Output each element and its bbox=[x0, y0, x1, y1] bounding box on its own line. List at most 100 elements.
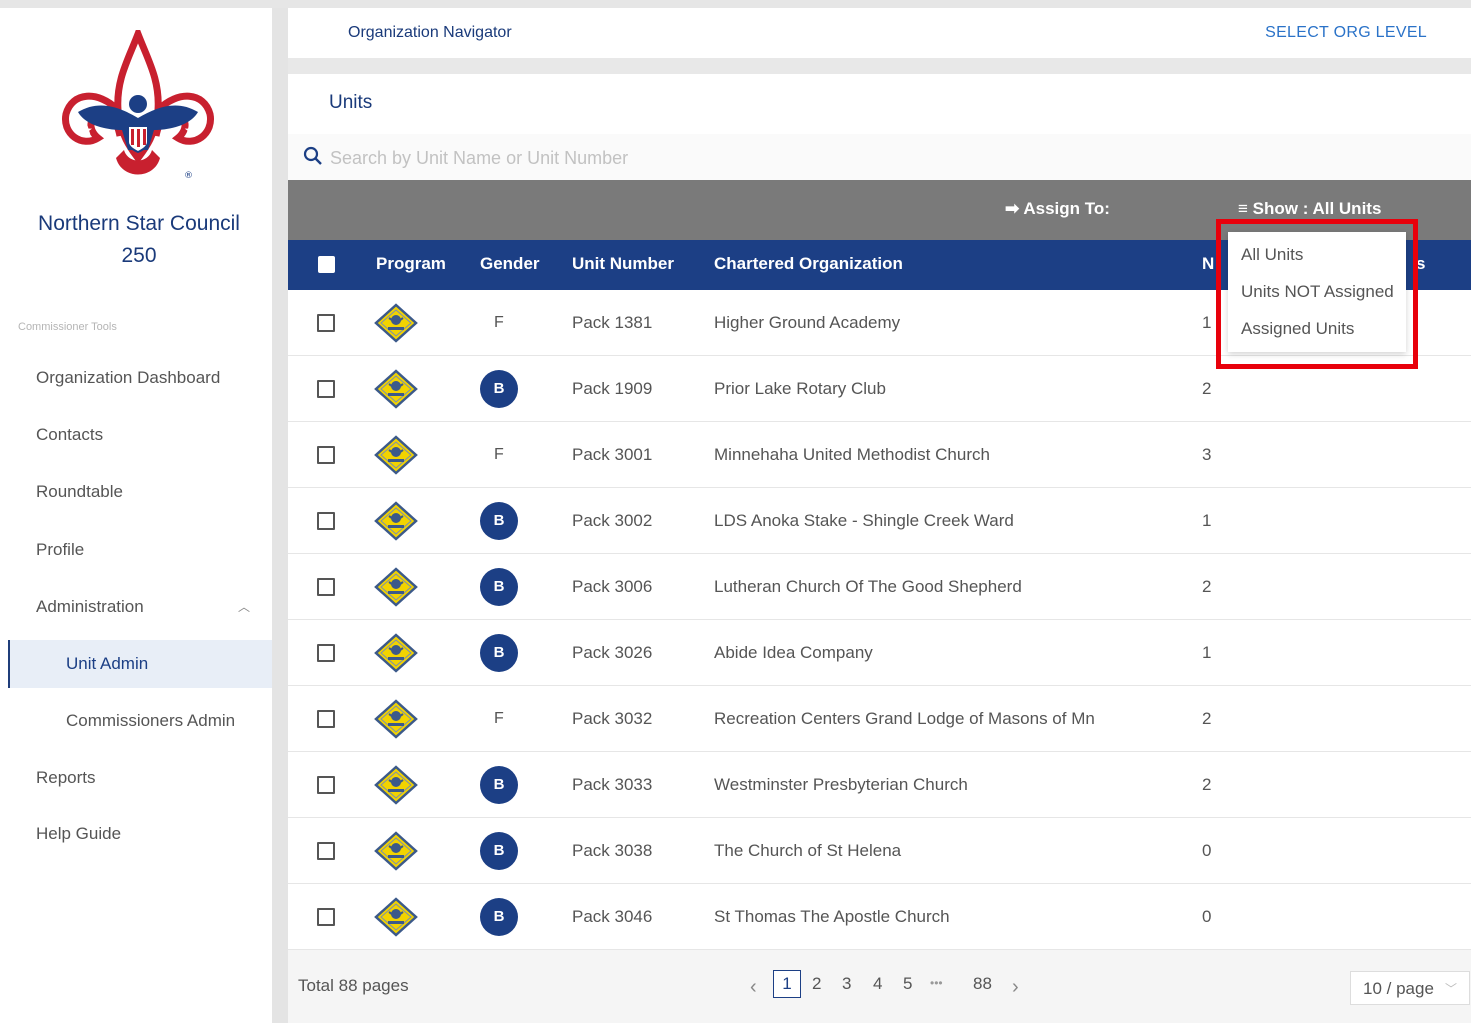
select-org-level-link[interactable]: SELECT ORG LEVEL bbox=[1265, 24, 1427, 42]
cub-scout-diamond-icon bbox=[374, 831, 418, 871]
chartered-organization: Prior Lake Rotary Club bbox=[714, 379, 886, 398]
cub-scout-diamond-icon bbox=[374, 303, 418, 343]
per-page-value: 10 / page bbox=[1363, 979, 1434, 998]
unit-number: Pack 3038 bbox=[572, 841, 653, 860]
cub-scout-diamond-icon bbox=[374, 567, 418, 607]
row-count: 3 bbox=[1202, 445, 1212, 464]
page-current[interactable]: 1 bbox=[773, 970, 801, 998]
svg-text:®: ® bbox=[184, 171, 193, 181]
chevron-up-icon[interactable]: ︿ bbox=[238, 598, 250, 615]
unit-number: Pack 3046 bbox=[572, 907, 653, 926]
nav-roundtable[interactable]: Roundtable bbox=[36, 482, 123, 502]
svg-text:★: ★ bbox=[82, 123, 93, 137]
chartered-organization: Recreation Centers Grand Lodge of Masons… bbox=[714, 709, 1095, 728]
row-checkbox[interactable] bbox=[317, 446, 335, 464]
row-checkbox[interactable] bbox=[317, 710, 335, 728]
dropdown-option-all-units[interactable]: All Units bbox=[1241, 245, 1303, 265]
column-unit-number[interactable]: Unit Number bbox=[572, 254, 674, 274]
row-count: 0 bbox=[1202, 907, 1212, 926]
row-count: 1 bbox=[1202, 643, 1212, 662]
row-count: 2 bbox=[1202, 577, 1212, 596]
row-count: 1 bbox=[1202, 313, 1212, 332]
dropdown-option-assigned-units[interactable]: Assigned Units bbox=[1241, 319, 1354, 339]
search-input[interactable] bbox=[328, 142, 1032, 174]
cub-scout-diamond-icon bbox=[374, 699, 418, 739]
nav-organization-dashboard[interactable]: Organization Dashboard bbox=[36, 368, 220, 388]
nav-help-guide[interactable]: Help Guide bbox=[36, 824, 121, 844]
gender-badge: B bbox=[480, 502, 518, 540]
sidebar-divider bbox=[272, 8, 288, 1023]
column-partial-right[interactable]: s bbox=[1416, 254, 1425, 274]
column-gender[interactable]: Gender bbox=[480, 254, 540, 274]
page-last[interactable]: 88 bbox=[973, 974, 992, 994]
council-name-text: Northern Star Council bbox=[38, 212, 240, 235]
row-count: 2 bbox=[1202, 775, 1212, 794]
unit-number: Pack 3006 bbox=[572, 577, 653, 596]
unit-number: Pack 1381 bbox=[572, 313, 653, 332]
column-chartered-organization[interactable]: Chartered Organization bbox=[714, 254, 903, 274]
nav-commissioners-admin[interactable]: Commissioners Admin bbox=[66, 711, 235, 731]
nav-profile[interactable]: Profile bbox=[36, 540, 84, 560]
cub-scout-diamond-icon bbox=[374, 369, 418, 409]
assign-to-button[interactable]: ➡ Assign To: bbox=[1005, 199, 1110, 219]
chartered-organization: LDS Anoka Stake - Shingle Creek Ward bbox=[714, 511, 1014, 530]
nav-reports[interactable]: Reports bbox=[36, 768, 96, 788]
gender-badge: B bbox=[480, 898, 518, 936]
total-pages: Total 88 pages bbox=[298, 976, 409, 995]
commissioner-tools-label: Commissioner Tools bbox=[18, 321, 117, 333]
row-checkbox[interactable] bbox=[317, 644, 335, 662]
gender-text: F bbox=[494, 446, 504, 463]
gender-badge: B bbox=[480, 568, 518, 606]
cub-scout-diamond-icon bbox=[374, 501, 418, 541]
row-checkbox[interactable] bbox=[317, 776, 335, 794]
unit-number: Pack 1909 bbox=[572, 379, 653, 398]
nav-unit-admin[interactable]: Unit Admin bbox=[66, 654, 148, 674]
page-5[interactable]: 5 bbox=[903, 974, 912, 994]
row-checkbox[interactable] bbox=[317, 578, 335, 596]
chartered-organization: The Church of St Helena bbox=[714, 841, 902, 860]
council-number: 250 bbox=[121, 244, 157, 267]
row-checkbox[interactable] bbox=[317, 380, 335, 398]
filter-icon: ≡ bbox=[1238, 199, 1248, 218]
column-partial-left[interactable]: N bbox=[1202, 254, 1214, 274]
row-checkbox[interactable] bbox=[317, 314, 335, 332]
select-all-checkbox[interactable] bbox=[318, 256, 335, 273]
nav-administration[interactable]: Administration bbox=[36, 597, 144, 617]
gender-badge: B bbox=[480, 634, 518, 672]
unit-number: Pack 3033 bbox=[572, 775, 653, 794]
page-title: Organization Navigator bbox=[348, 24, 512, 41]
top-gap bbox=[288, 58, 1471, 74]
gender-badge: B bbox=[480, 766, 518, 804]
prev-page-icon[interactable]: ‹ bbox=[750, 976, 757, 999]
nav-contacts[interactable]: Contacts bbox=[36, 425, 103, 445]
page-2[interactable]: 2 bbox=[812, 974, 821, 994]
row-count: 2 bbox=[1202, 709, 1212, 728]
next-page-icon[interactable]: › bbox=[1012, 976, 1019, 999]
gender-text: F bbox=[494, 710, 504, 727]
top-border bbox=[0, 0, 1471, 8]
table-row[interactable] bbox=[288, 620, 1471, 686]
page-3[interactable]: 3 bbox=[842, 974, 851, 994]
unit-number: Pack 3002 bbox=[572, 511, 653, 530]
row-count: 1 bbox=[1202, 511, 1212, 530]
chevron-down-icon[interactable]: ﹀ bbox=[1445, 980, 1457, 997]
page-ellipsis[interactable]: ••• bbox=[930, 976, 943, 990]
row-checkbox[interactable] bbox=[317, 512, 335, 530]
show-filter-button[interactable]: ≡ Show : All Units bbox=[1238, 199, 1381, 219]
row-count: 2 bbox=[1202, 379, 1212, 398]
show-filter-label: Show : All Units bbox=[1252, 199, 1382, 218]
unit-number: Pack 3001 bbox=[572, 445, 653, 464]
svg-text:★: ★ bbox=[184, 123, 195, 137]
unit-number: Pack 3032 bbox=[572, 709, 653, 728]
row-count: 0 bbox=[1202, 841, 1212, 860]
column-program[interactable]: Program bbox=[376, 254, 446, 274]
page-4[interactable]: 4 bbox=[873, 974, 882, 994]
dropdown-option-units-not-assigned[interactable]: Units NOT Assigned bbox=[1241, 282, 1394, 302]
row-checkbox[interactable] bbox=[317, 908, 335, 926]
chartered-organization: Lutheran Church Of The Good Shepherd bbox=[714, 577, 1022, 596]
gender-badge: B bbox=[480, 370, 518, 408]
row-checkbox[interactable] bbox=[317, 842, 335, 860]
cub-scout-diamond-icon bbox=[374, 897, 418, 937]
chartered-organization: St Thomas The Apostle Church bbox=[714, 907, 950, 926]
cub-scout-diamond-icon bbox=[374, 633, 418, 673]
